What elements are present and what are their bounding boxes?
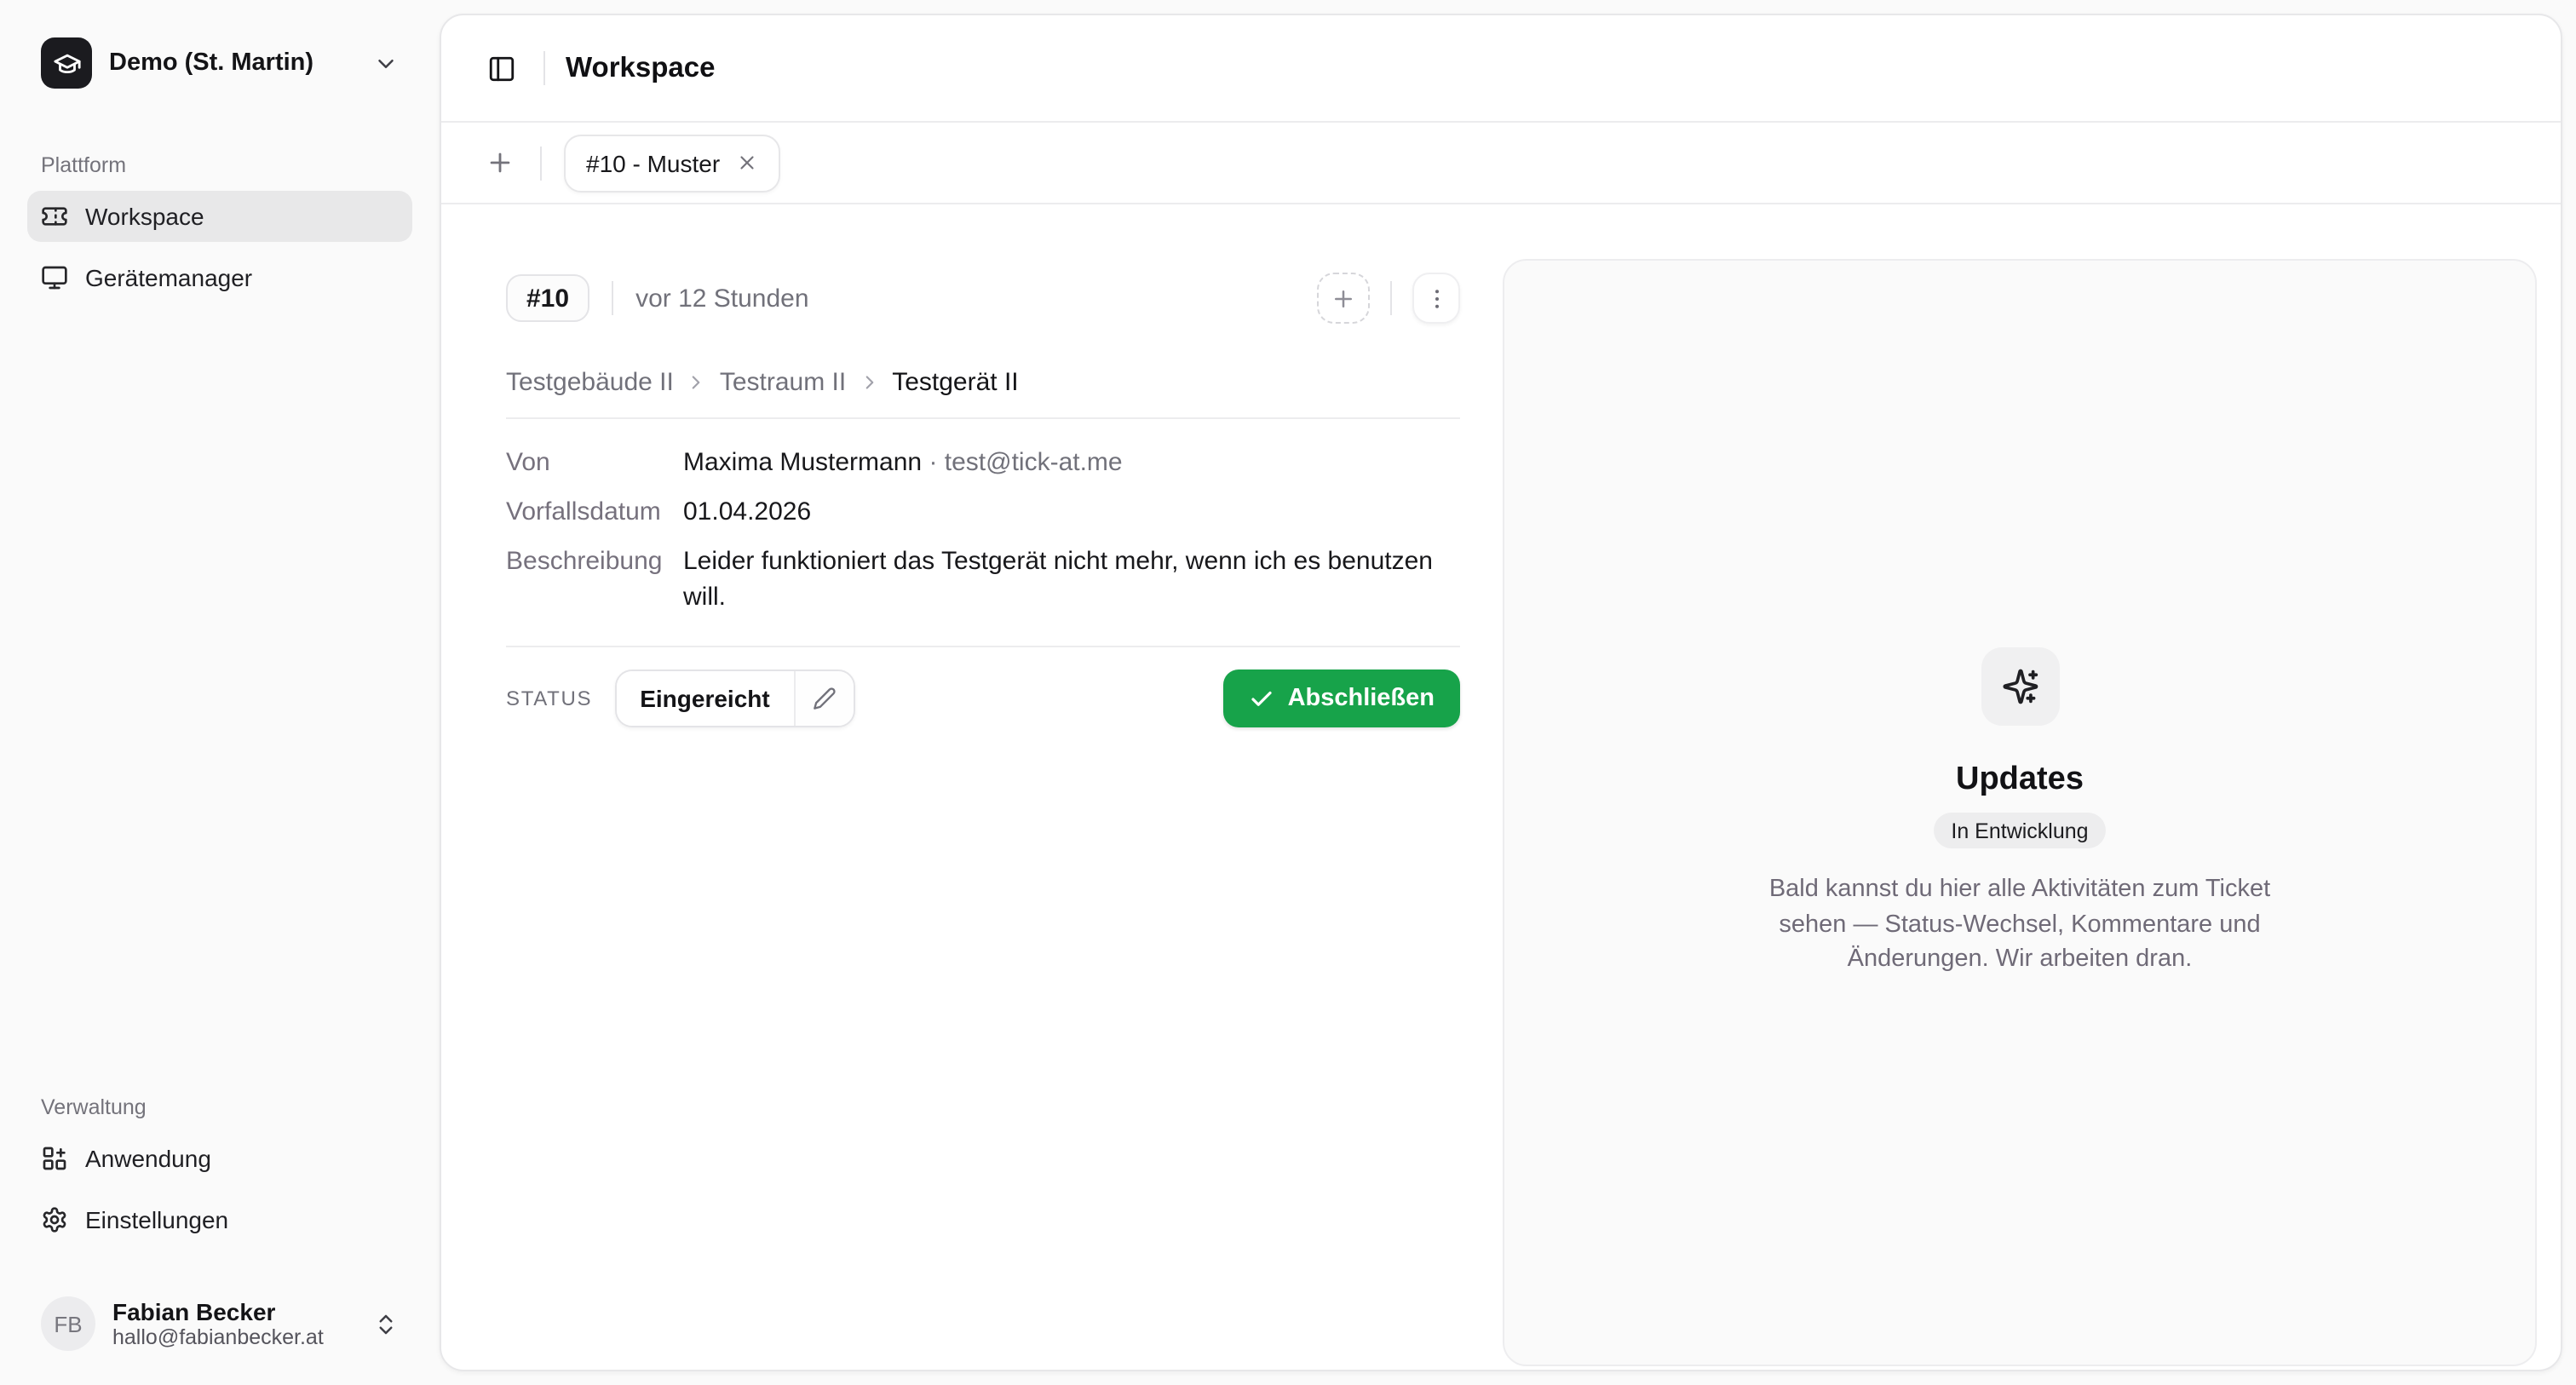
field-label: Von bbox=[506, 445, 683, 480]
close-icon[interactable] bbox=[735, 152, 757, 174]
breadcrumb-building[interactable]: Testgebäude II bbox=[506, 368, 674, 397]
sidebar-item-einstellungen[interactable]: Einstellungen bbox=[27, 1194, 412, 1245]
updates-panel: Updates In Entwicklung Bald kannst du hi… bbox=[1503, 259, 2537, 1366]
field-value: Leider funktioniert das Testgerät nicht … bbox=[683, 543, 1460, 615]
ticket-detail: #10 vor 12 Stunden Testgebäude II bbox=[506, 259, 1460, 1370]
sidebar-item-label: Einstellungen bbox=[85, 1206, 228, 1233]
field-von: Von Maxima Mustermann · test@tick-at.me bbox=[506, 445, 1460, 480]
sidebar: Demo (St. Martin) Plattform Workspace Ge… bbox=[0, 0, 440, 1385]
section-label-plattform: Plattform bbox=[41, 153, 399, 177]
section-label-verwaltung: Verwaltung bbox=[41, 1095, 399, 1119]
chevron-right-icon bbox=[858, 371, 880, 394]
sidebar-item-geraetemanager[interactable]: Gerätemanager bbox=[27, 252, 412, 303]
sidebar-nav-verwaltung: Verwaltung Anwendung Einstellungen bbox=[27, 1095, 412, 1245]
status-control: Eingereicht bbox=[614, 670, 855, 727]
status-value-button[interactable]: Eingereicht bbox=[616, 671, 794, 726]
pencil-icon bbox=[813, 687, 837, 710]
sidebar-nav-plattform: Workspace Gerätemanager bbox=[27, 191, 412, 303]
content-area: #10 vor 12 Stunden Testgebäude II bbox=[441, 204, 2561, 1370]
status-label: STATUS bbox=[506, 687, 592, 710]
divider bbox=[543, 51, 545, 85]
divider bbox=[612, 281, 613, 315]
field-label: Beschreibung bbox=[506, 543, 683, 615]
updates-title: Updates bbox=[1956, 762, 2084, 800]
status-row: STATUS Eingereicht Abschließen bbox=[506, 646, 1460, 727]
breadcrumb-device: Testgerät II bbox=[892, 368, 1018, 397]
more-options-button[interactable] bbox=[1412, 273, 1460, 324]
sidebar-item-label: Gerätemanager bbox=[85, 264, 252, 291]
sidebar-spacer bbox=[27, 303, 412, 1095]
sparkles-icon bbox=[1981, 648, 2059, 727]
panel-left-icon bbox=[487, 54, 516, 83]
ticket-header: #10 vor 12 Stunden bbox=[506, 273, 1460, 324]
monitor-icon bbox=[41, 264, 68, 291]
user-name: Fabian Becker bbox=[112, 1297, 356, 1325]
avatar: FB bbox=[41, 1296, 95, 1351]
topbar: Workspace bbox=[441, 15, 2561, 123]
user-meta: Fabian Becker hallo@fabianbecker.at bbox=[112, 1297, 356, 1350]
field-value: Maxima Mustermann · test@tick-at.me bbox=[683, 445, 1460, 480]
field-vorfallsdatum: Vorfallsdatum 01.04.2026 bbox=[506, 494, 1460, 530]
grid-plus-icon bbox=[41, 1145, 68, 1172]
chevron-down-icon bbox=[373, 50, 399, 76]
add-button[interactable] bbox=[1317, 273, 1370, 324]
tab-label: #10 - Muster bbox=[586, 149, 720, 176]
org-switcher[interactable]: Demo (St. Martin) bbox=[27, 24, 412, 102]
separator-dot: · bbox=[929, 448, 937, 477]
reporter-name: Maxima Mustermann bbox=[683, 448, 922, 477]
field-value: 01.04.2026 bbox=[683, 494, 1460, 530]
status-edit-button[interactable] bbox=[794, 671, 854, 726]
sidebar-item-anwendung[interactable]: Anwendung bbox=[27, 1133, 412, 1184]
page-title: Workspace bbox=[566, 52, 716, 84]
breadcrumb: Testgebäude II Testraum II Testgerät II bbox=[506, 368, 1460, 417]
sidebar-item-label: Anwendung bbox=[85, 1145, 211, 1172]
status-badge: In Entwicklung bbox=[1934, 813, 2105, 849]
updates-description: Bald kannst du hier alle Aktivitäten zum… bbox=[1745, 873, 2294, 978]
breadcrumb-room[interactable]: Testraum II bbox=[720, 368, 846, 397]
new-tab-button[interactable] bbox=[482, 145, 518, 181]
chevrons-up-down-icon bbox=[373, 1311, 399, 1336]
tabbar: #10 - Muster bbox=[441, 123, 2561, 204]
field-beschreibung: Beschreibung Leider funktioniert das Tes… bbox=[506, 543, 1460, 615]
finish-button[interactable]: Abschließen bbox=[1223, 670, 1460, 727]
ticket-icon bbox=[41, 203, 68, 230]
ticket-actions bbox=[1317, 273, 1460, 324]
chevron-right-icon bbox=[686, 371, 708, 394]
user-menu[interactable]: FB Fabian Becker hallo@fabianbecker.at bbox=[27, 1276, 412, 1371]
ticket-fields: Von Maxima Mustermann · test@tick-at.me … bbox=[506, 417, 1460, 646]
plus-icon bbox=[486, 148, 515, 177]
divider bbox=[1390, 281, 1392, 315]
check-icon bbox=[1249, 686, 1274, 711]
finish-button-label: Abschließen bbox=[1288, 685, 1435, 712]
ticket-id-badge: #10 bbox=[506, 274, 589, 322]
sidebar-item-workspace[interactable]: Workspace bbox=[27, 191, 412, 242]
tab-ticket-10[interactable]: #10 - Muster bbox=[564, 134, 779, 192]
ticket-age: vor 12 Stunden bbox=[635, 284, 809, 313]
main-panel: Workspace #10 - Muster #10 vor 12 Stunde… bbox=[440, 14, 2562, 1371]
ellipsis-vertical-icon bbox=[1423, 285, 1449, 311]
gear-icon bbox=[41, 1206, 68, 1233]
divider bbox=[540, 146, 542, 180]
plus-icon bbox=[1331, 285, 1356, 311]
sidebar-toggle-button[interactable] bbox=[480, 47, 523, 89]
app-root: Demo (St. Martin) Plattform Workspace Ge… bbox=[0, 0, 2576, 1385]
org-name: Demo (St. Martin) bbox=[109, 49, 356, 77]
field-label: Vorfallsdatum bbox=[506, 494, 683, 530]
graduation-cap-icon bbox=[41, 37, 92, 89]
user-email: hallo@fabianbecker.at bbox=[112, 1325, 356, 1350]
sidebar-item-label: Workspace bbox=[85, 203, 204, 230]
reporter-email: test@tick-at.me bbox=[945, 448, 1123, 477]
